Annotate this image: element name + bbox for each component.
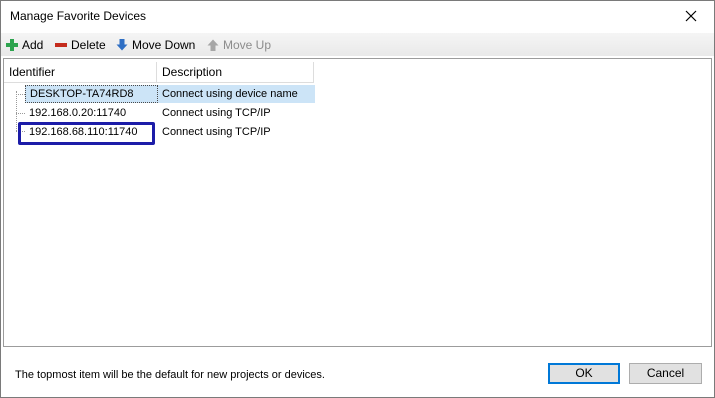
favorite-devices-list[interactable]: Identifier Description DESKTOP-TA74RD8 C… xyxy=(3,58,712,347)
minus-icon xyxy=(55,39,67,51)
column-header-identifier[interactable]: Identifier xyxy=(4,62,157,83)
arrow-up-icon xyxy=(207,39,219,51)
highlight-annotation-box xyxy=(18,122,155,145)
dialog-title: Manage Favorite Devices xyxy=(10,9,147,23)
device-row[interactable]: 192.168.0.20:11740 Connect using TCP/IP xyxy=(4,104,324,122)
toolbar: Add Delete Move Down Move Up xyxy=(1,33,714,56)
move-up-button[interactable]: Move Up xyxy=(207,36,271,53)
device-row[interactable]: DESKTOP-TA74RD8 Connect using device nam… xyxy=(4,85,324,103)
plus-icon xyxy=(6,38,18,51)
arrow-down-icon xyxy=(116,38,128,51)
device-identifier: 192.168.0.20:11740 xyxy=(29,107,127,119)
ok-button[interactable]: OK xyxy=(548,363,620,384)
move-up-button-label: Move Up xyxy=(223,37,272,52)
default-item-note: The topmost item will be the default for… xyxy=(15,369,325,381)
close-icon xyxy=(685,10,697,22)
device-description: Connect using TCP/IP xyxy=(162,126,271,138)
device-description: Connect using device name xyxy=(158,85,315,103)
move-down-button-label: Move Down xyxy=(132,37,196,52)
device-identifier: DESKTOP-TA74RD8 xyxy=(25,85,158,103)
device-description: Connect using TCP/IP xyxy=(162,107,271,119)
delete-button[interactable]: Delete xyxy=(55,36,106,53)
close-button[interactable] xyxy=(668,1,714,32)
delete-button-label: Delete xyxy=(71,37,106,52)
add-button[interactable]: Add xyxy=(6,36,43,53)
cancel-button[interactable]: Cancel xyxy=(629,363,702,384)
manage-favorite-devices-dialog: Manage Favorite Devices Add Delete Move … xyxy=(0,0,715,398)
move-down-button[interactable]: Move Down xyxy=(116,36,195,53)
title-bar: Manage Favorite Devices xyxy=(1,1,714,33)
add-button-label: Add xyxy=(22,37,44,52)
column-header-description[interactable]: Description xyxy=(157,62,314,83)
